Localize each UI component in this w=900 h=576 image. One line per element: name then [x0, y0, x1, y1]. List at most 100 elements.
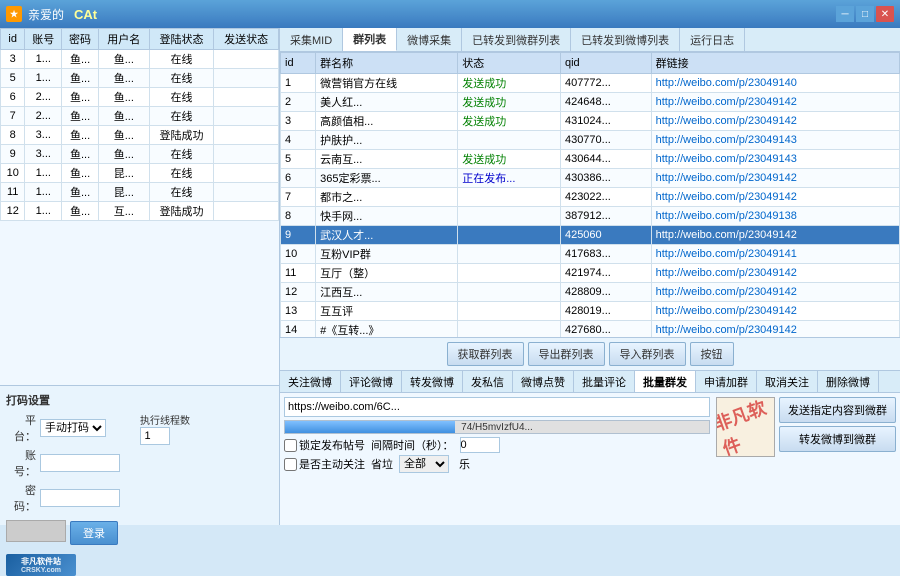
- set-button[interactable]: 按钮: [690, 342, 734, 366]
- follow-checkbox[interactable]: 是否主动关注: [284, 456, 365, 472]
- group-cell-qid: 430386...: [560, 169, 651, 188]
- group-cell-id: 7: [281, 188, 316, 207]
- bottom-tab-批量评论[interactable]: 批量评论: [574, 371, 635, 392]
- top-tab-微博采集[interactable]: 微博采集: [397, 28, 462, 51]
- platform-row: 平台： 手动打码 自动打码: [6, 412, 120, 444]
- maximize-button[interactable]: □: [856, 6, 874, 22]
- export-group-button[interactable]: 导出群列表: [528, 342, 605, 366]
- group-table-row[interactable]: 12 江西互... 428809... http://weibo.com/p/2…: [281, 283, 900, 302]
- cell-account: 1...: [25, 202, 62, 221]
- lock-checkbox-input[interactable]: [284, 439, 297, 452]
- group-table-row[interactable]: 7 都市之... 423022... http://weibo.com/p/23…: [281, 188, 900, 207]
- forward-to-weibo-button[interactable]: 转发微博到微群: [779, 426, 896, 452]
- cell-id: 10: [1, 164, 25, 183]
- cell-account: 1...: [25, 164, 62, 183]
- group-cell-name: 都市之...: [316, 188, 458, 207]
- group-table-row[interactable]: 4 护肤护... 430770... http://weibo.com/p/23…: [281, 131, 900, 150]
- joy-label: 乐: [459, 456, 470, 472]
- col-login-status: 登陆状态: [149, 29, 214, 50]
- cell-account: 3...: [25, 126, 62, 145]
- bottom-tab-批量群发[interactable]: 批量群发: [635, 371, 696, 392]
- cell-username: 互...: [98, 202, 149, 221]
- follow-checkbox-input[interactable]: [284, 458, 297, 471]
- image-upload-area[interactable]: 非凡软件: [716, 397, 775, 457]
- table-row[interactable]: 3 1... 鱼... 鱼... 在线: [1, 50, 279, 69]
- bottom-section: 打码设置 平台： 手动打码 自动打码 账号：: [0, 385, 279, 525]
- group-cell-qid: 423022...: [560, 188, 651, 207]
- bottom-tab-关注微博[interactable]: 关注微博: [280, 371, 341, 392]
- group-table-row[interactable]: 11 互厅（整） 421974... http://weibo.com/p/23…: [281, 264, 900, 283]
- group-table-row[interactable]: 8 快手网... 387912... http://weibo.com/p/23…: [281, 207, 900, 226]
- group-table-row[interactable]: 5 云南互... 发送成功 430644... http://weibo.com…: [281, 150, 900, 169]
- import-group-button[interactable]: 导入群列表: [609, 342, 686, 366]
- cell-send: [214, 145, 279, 164]
- cell-login: 在线: [149, 164, 214, 183]
- minimize-button[interactable]: ─: [836, 6, 854, 22]
- bottom-tab-申请加群[interactable]: 申请加群: [696, 371, 757, 392]
- group-cell-name: 护肤护...: [316, 131, 458, 150]
- bottom-tab-删除微博[interactable]: 删除微博: [818, 371, 879, 392]
- group-cell-id: 1: [281, 74, 316, 93]
- account-input[interactable]: [40, 454, 120, 472]
- cell-id: 9: [1, 145, 25, 164]
- close-button[interactable]: ✕: [876, 6, 894, 22]
- top-tab-群列表[interactable]: 群列表: [343, 28, 397, 51]
- top-tab-已转发到微群列表[interactable]: 已转发到微群列表: [462, 28, 571, 51]
- threads-input[interactable]: [140, 427, 170, 445]
- left-panel: id 账号 密码 用户名 登陆状态 发送状态 3 1... 鱼... 鱼... …: [0, 28, 280, 525]
- group-table-row[interactable]: 3 高颜值相... 发送成功 431024... http://weibo.co…: [281, 112, 900, 131]
- top-tab-已转发到微博列表[interactable]: 已转发到微博列表: [571, 28, 680, 51]
- group-cell-link: http://weibo.com/p/23049142: [651, 226, 899, 245]
- cell-login: 在线: [149, 88, 214, 107]
- bottom-tab-取消关注[interactable]: 取消关注: [757, 371, 818, 392]
- bottom-tab-转发微博[interactable]: 转发微博: [402, 371, 463, 392]
- password-input[interactable]: [40, 489, 120, 507]
- group-cell-id: 2: [281, 93, 316, 112]
- group-table-container[interactable]: id 群名称 状态 qid 群链接 1 微营销官方在线 发送成功 407772.…: [280, 52, 900, 337]
- col-username: 用户名: [98, 29, 149, 50]
- group-cell-name: 美人红...: [316, 93, 458, 112]
- table-row[interactable]: 7 2... 鱼... 鱼... 在线: [1, 107, 279, 126]
- province-select[interactable]: 全部 北京 上海 广东: [399, 455, 449, 473]
- group-table-row[interactable]: 13 互互评 428019... http://weibo.com/p/2304…: [281, 302, 900, 321]
- group-cell-qid: 424648...: [560, 93, 651, 112]
- group-table-row[interactable]: 9 武汉人才... 425060 http://weibo.com/p/2304…: [281, 226, 900, 245]
- url-input[interactable]: [284, 397, 710, 417]
- table-row[interactable]: 10 1... 鱼... 昆... 在线: [1, 164, 279, 183]
- col-send-status: 发送状态: [214, 29, 279, 50]
- group-table-row[interactable]: 2 美人红... 发送成功 424648... http://weibo.com…: [281, 93, 900, 112]
- lock-publish-checkbox[interactable]: 锁定发布帖号: [284, 437, 365, 453]
- app-icon: ★: [6, 6, 22, 22]
- top-tab-采集MID[interactable]: 采集MID: [280, 28, 343, 51]
- platform-select[interactable]: 手动打码 自动打码: [40, 419, 106, 437]
- table-row[interactable]: 11 1... 鱼... 昆... 在线: [1, 183, 279, 202]
- interval-input[interactable]: [460, 437, 500, 453]
- group-table-row[interactable]: 6 365定彩票... 正在发布... 430386... http://wei…: [281, 169, 900, 188]
- table-row[interactable]: 8 3... 鱼... 鱼... 登陆成功: [1, 126, 279, 145]
- table-row[interactable]: 6 2... 鱼... 鱼... 在线: [1, 88, 279, 107]
- table-row[interactable]: 9 3... 鱼... 鱼... 在线: [1, 145, 279, 164]
- top-tab-运行日志[interactable]: 运行日志: [680, 28, 745, 51]
- group-cell-name: #《互转...》: [316, 321, 458, 338]
- table-row[interactable]: 12 1... 鱼... 互... 登陆成功: [1, 202, 279, 221]
- captcha-image[interactable]: [6, 520, 66, 542]
- bottom-tab-发私信[interactable]: 发私信: [463, 371, 513, 392]
- send-to-group-button[interactable]: 发送指定内容到微群: [779, 397, 896, 423]
- cell-id: 3: [1, 50, 25, 69]
- cell-login: 在线: [149, 145, 214, 164]
- group-cell-status: [458, 321, 561, 338]
- group-table-row[interactable]: 14 #《互转...》 427680... http://weibo.com/p…: [281, 321, 900, 338]
- group-cell-link: http://weibo.com/p/23049143: [651, 150, 899, 169]
- bottom-tab-微博点赞[interactable]: 微博点赞: [513, 371, 574, 392]
- fetch-group-button[interactable]: 获取群列表: [447, 342, 524, 366]
- group-table-row[interactable]: 1 微营销官方在线 发送成功 407772... http://weibo.co…: [281, 74, 900, 93]
- cell-id: 11: [1, 183, 25, 202]
- group-table-row[interactable]: 10 互粉VIP群 417683... http://weibo.com/p/2…: [281, 245, 900, 264]
- table-row[interactable]: 5 1... 鱼... 鱼... 在线: [1, 69, 279, 88]
- right-buttons: 发送指定内容到微群 转发微博到微群: [779, 397, 896, 452]
- group-cell-name: 江西互...: [316, 283, 458, 302]
- bottom-tab-评论微博[interactable]: 评论微博: [341, 371, 402, 392]
- cell-send: [214, 202, 279, 221]
- group-cell-id: 4: [281, 131, 316, 150]
- cell-password: 鱼...: [62, 126, 99, 145]
